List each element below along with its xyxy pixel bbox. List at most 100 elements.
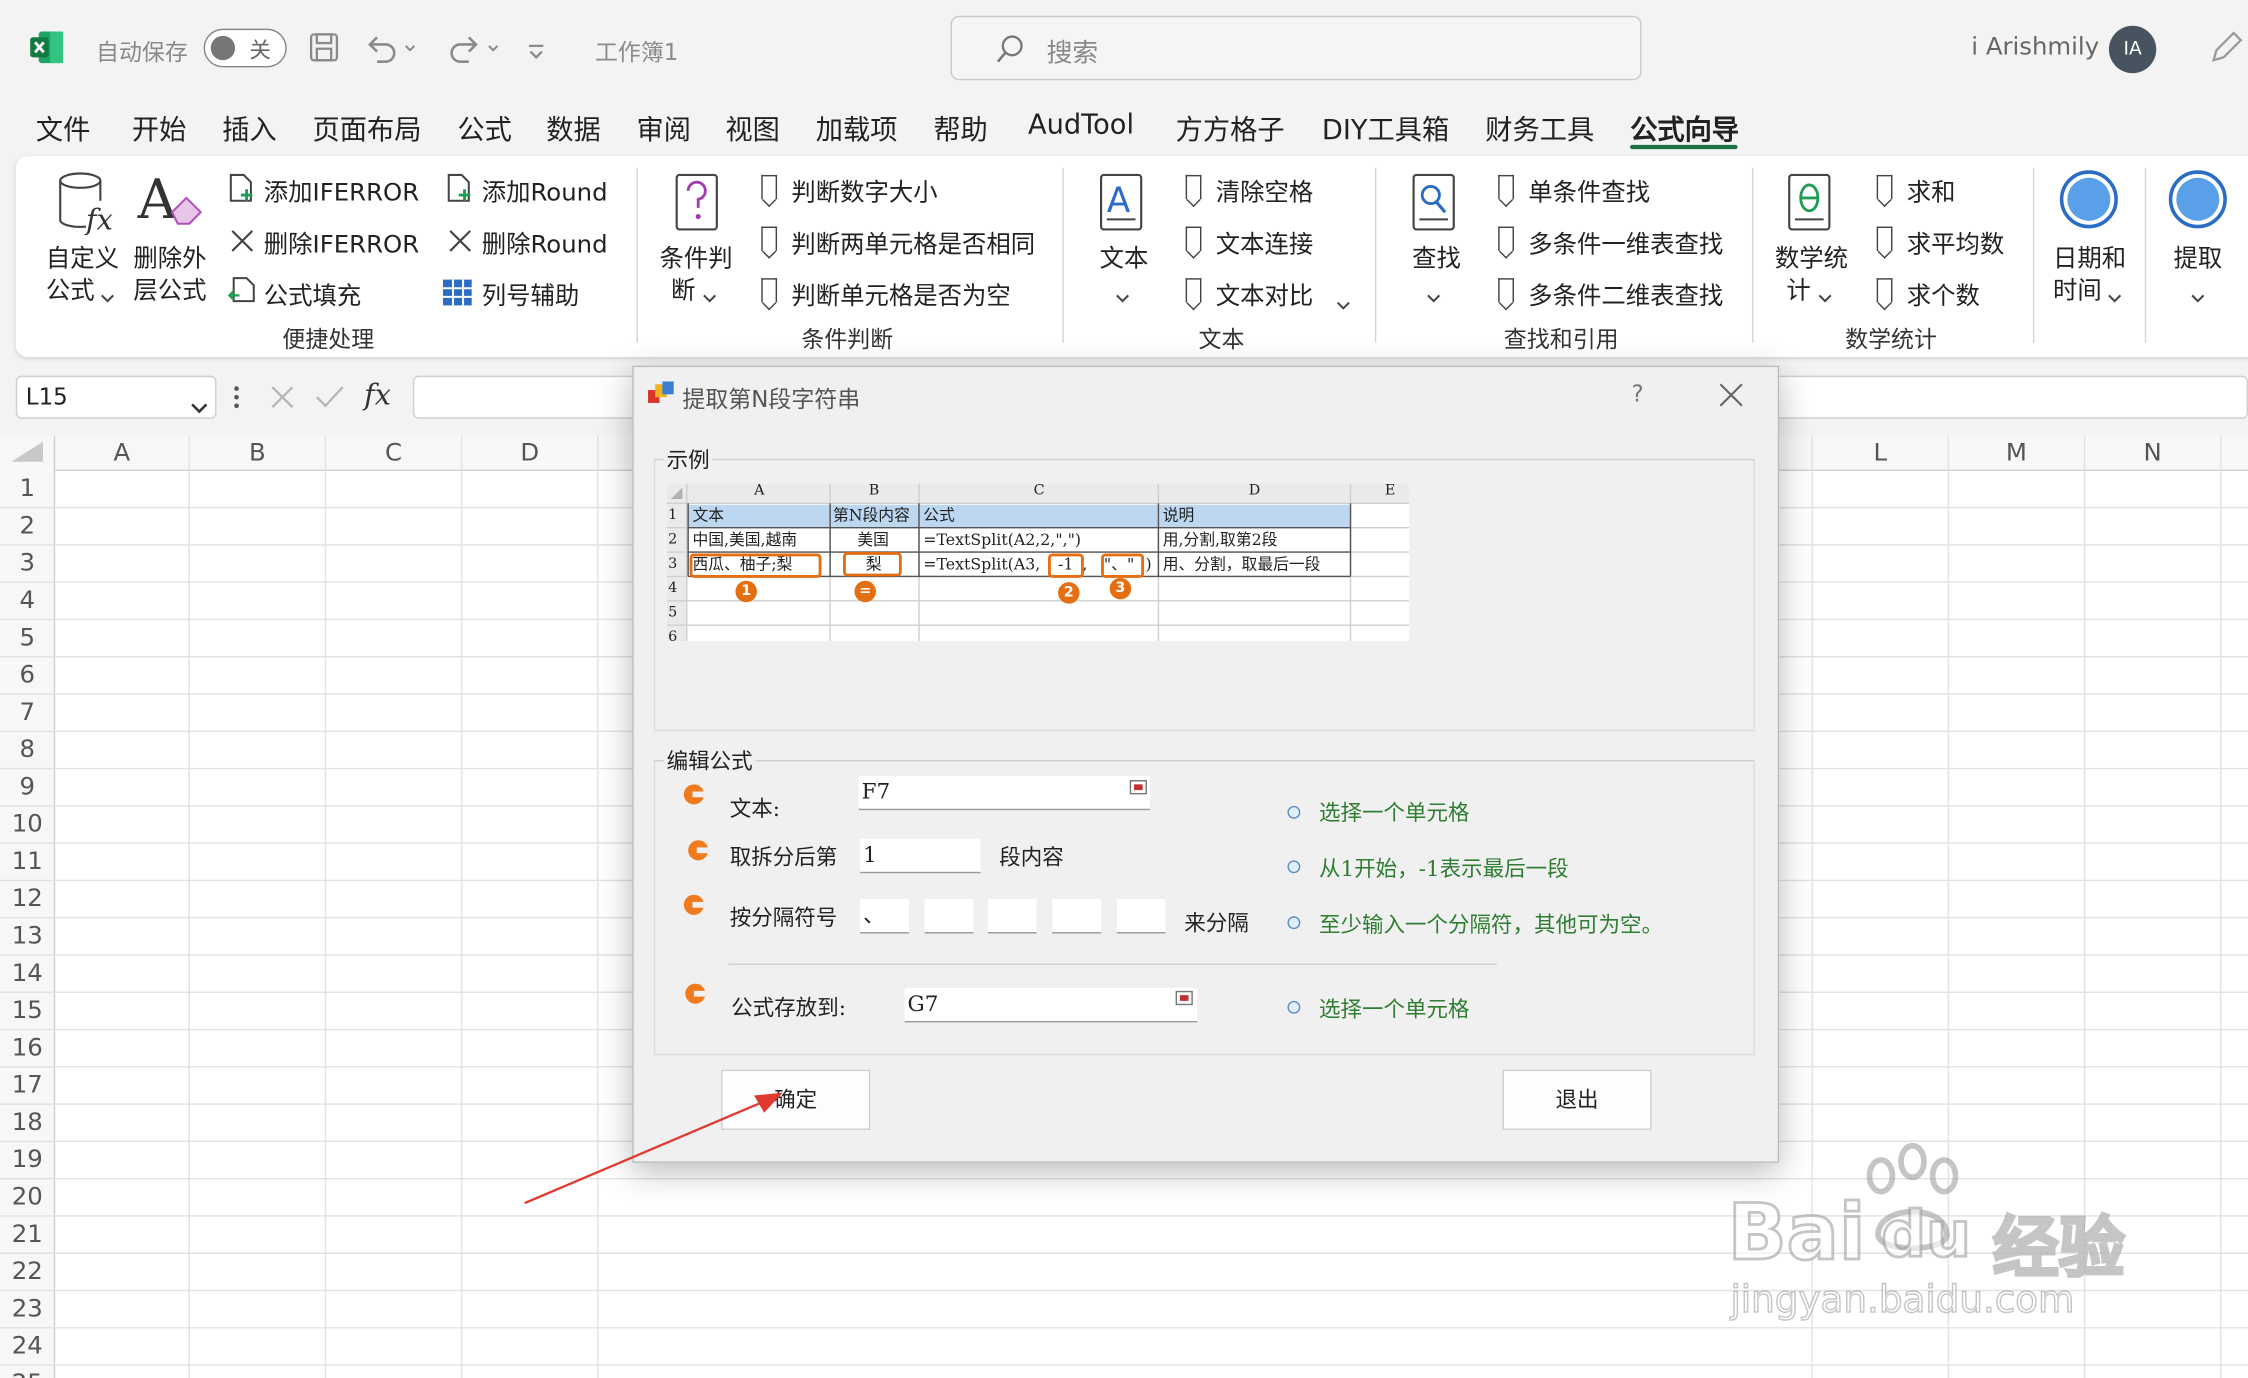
row-header[interactable]: 25 (0, 1369, 54, 1378)
close-icon[interactable] (1719, 383, 1743, 407)
single-cond-lookup-button[interactable]: 单条件查找 (1494, 172, 1680, 208)
redo-icon[interactable] (444, 32, 501, 64)
row-header[interactable]: 7 (0, 698, 54, 727)
row-header[interactable]: 10 (0, 810, 54, 839)
column-helper-button[interactable]: 列号辅助 (442, 275, 600, 311)
remove-outer-formula-button[interactable]: A 删除外 层公式 (132, 167, 212, 305)
row-header[interactable]: 12 (0, 885, 54, 914)
row-header[interactable]: 24 (0, 1332, 54, 1361)
column-header-b[interactable]: B (189, 436, 325, 470)
judge-cell-empty-button[interactable]: 判断单元格是否为空 (757, 275, 1029, 311)
search-box[interactable]: 搜索 (950, 15, 1642, 81)
menu-file[interactable]: 文件 (36, 109, 91, 148)
customize-qat-icon[interactable] (526, 39, 546, 59)
lookup-button[interactable]: 查找 (1408, 169, 1471, 303)
text-concat-button[interactable]: 文本连接 (1181, 224, 1339, 260)
row-header[interactable]: 4 (0, 586, 54, 615)
formula-fill-button[interactable]: 公式填充 (227, 275, 399, 311)
row-header[interactable]: 9 (0, 773, 54, 802)
judge-number-size-button[interactable]: 判断数字大小 (757, 172, 958, 208)
column-header-c[interactable]: C (325, 436, 461, 470)
save-icon[interactable] (308, 32, 340, 64)
math-stats-button[interactable]: 数学统 计 (1772, 169, 1855, 305)
judge-two-cells-button[interactable]: 判断两单元格是否相同 (757, 224, 1044, 260)
row-header[interactable]: 5 (0, 624, 54, 653)
separator-input-5[interactable] (1116, 899, 1166, 934)
column-header-l[interactable]: L (1812, 436, 1948, 470)
clear-spaces-button[interactable]: 清除空格 (1181, 172, 1339, 208)
cancel-entry-icon[interactable] (268, 383, 297, 412)
autosave-toggle[interactable]: 关 (203, 28, 287, 68)
undo-icon[interactable] (364, 32, 416, 64)
avatar[interactable]: IA (2108, 25, 2157, 74)
row-header[interactable]: 6 (0, 661, 54, 690)
segment-index-input[interactable]: 1 (860, 838, 981, 874)
add-round-button[interactable]: 添加Round (444, 172, 623, 208)
row-header[interactable]: 3 (0, 549, 54, 578)
multi-cond-2d-button[interactable]: 多条件二维表查找 (1494, 275, 1738, 311)
row-header[interactable]: 11 (0, 847, 54, 876)
menu-diy-toolbox[interactable]: DIY工具箱 (1322, 109, 1449, 148)
row-header[interactable]: 2 (0, 512, 54, 541)
menu-fangfang[interactable]: 方方格子 (1176, 109, 1285, 148)
column-header-n[interactable]: N (2085, 436, 2221, 470)
row-header[interactable]: 22 (0, 1258, 54, 1287)
column-header-a[interactable]: A (54, 436, 189, 470)
datetime-button[interactable]: 日期和 时间 (2050, 169, 2130, 305)
row-header[interactable]: 1 (0, 475, 54, 504)
menu-view[interactable]: 视图 (725, 109, 780, 148)
row-header[interactable]: 19 (0, 1146, 54, 1175)
row-header[interactable]: 21 (0, 1220, 54, 1249)
row-header[interactable]: 8 (0, 736, 54, 765)
separator-input-4[interactable] (1052, 899, 1102, 934)
row-header[interactable]: 23 (0, 1295, 54, 1324)
menu-data[interactable]: 数据 (546, 109, 601, 148)
separator-input-3[interactable] (987, 899, 1037, 934)
column-header-d[interactable]: D (462, 436, 598, 470)
remove-iferror-button[interactable]: 删除IFERROR (227, 224, 428, 260)
separator-input-2[interactable] (924, 899, 974, 934)
excel-logo-icon[interactable] (30, 30, 64, 64)
condition-judge-button[interactable]: 条件判 断 (657, 169, 740, 305)
column-header-m[interactable]: M (1948, 436, 2084, 470)
more-vertical-icon[interactable] (234, 383, 240, 412)
exit-button[interactable]: 退出 (1502, 1069, 1652, 1130)
menu-audtool[interactable]: AudTool (1028, 109, 1134, 141)
menu-finance-tools[interactable]: 财务工具 (1485, 109, 1594, 148)
name-box[interactable]: L15 (15, 375, 217, 419)
text-cell-input[interactable]: F7 (858, 775, 1150, 811)
row-header[interactable]: 16 (0, 1034, 54, 1063)
row-header[interactable]: 15 (0, 997, 54, 1026)
store-cell-input[interactable]: G7 (904, 987, 1198, 1023)
text-compare-button[interactable]: 文本对比 (1181, 275, 1359, 311)
menu-addins[interactable]: 加载项 (816, 109, 898, 148)
row-header[interactable]: 18 (0, 1108, 54, 1137)
row-header[interactable]: 17 (0, 1071, 54, 1100)
text-button[interactable]: A 文本 (1095, 169, 1152, 303)
remove-round-button[interactable]: 删除Round (444, 224, 623, 260)
confirm-entry-icon[interactable] (314, 383, 346, 412)
menu-formula-wizard[interactable]: 公式向导 (1630, 109, 1739, 148)
pen-icon[interactable] (2208, 29, 2245, 66)
row-header[interactable]: 20 (0, 1183, 54, 1212)
menu-insert[interactable]: 插入 (222, 109, 277, 148)
cell-picker-icon[interactable] (1129, 780, 1147, 795)
menu-review[interactable]: 审阅 (637, 109, 692, 148)
cell-picker-icon[interactable] (1175, 990, 1193, 1006)
count-button[interactable]: 求个数 (1872, 275, 2001, 311)
menu-help[interactable]: 帮助 (933, 109, 988, 148)
extract-button[interactable]: 提取 (2168, 169, 2231, 303)
menu-home[interactable]: 开始 (132, 109, 187, 148)
row-header[interactable]: 13 (0, 922, 54, 951)
menu-page-layout[interactable]: 页面布局 (313, 109, 422, 148)
menu-formulas[interactable]: 公式 (457, 109, 512, 148)
row-header[interactable]: 14 (0, 959, 54, 988)
sum-button[interactable]: 求和 (1872, 172, 1972, 208)
help-button[interactable]: ? (1632, 380, 1644, 407)
multi-cond-1d-button[interactable]: 多条件一维表查找 (1494, 224, 1738, 260)
custom-formula-button[interactable]: fx 自定义 公式 (43, 169, 126, 305)
insert-function-icon[interactable]: fx (364, 377, 391, 411)
separator-input-1[interactable]: 、 (860, 899, 909, 934)
average-button[interactable]: 求平均数 (1872, 224, 2015, 260)
add-iferror-button[interactable]: 添加IFERROR (227, 172, 428, 208)
